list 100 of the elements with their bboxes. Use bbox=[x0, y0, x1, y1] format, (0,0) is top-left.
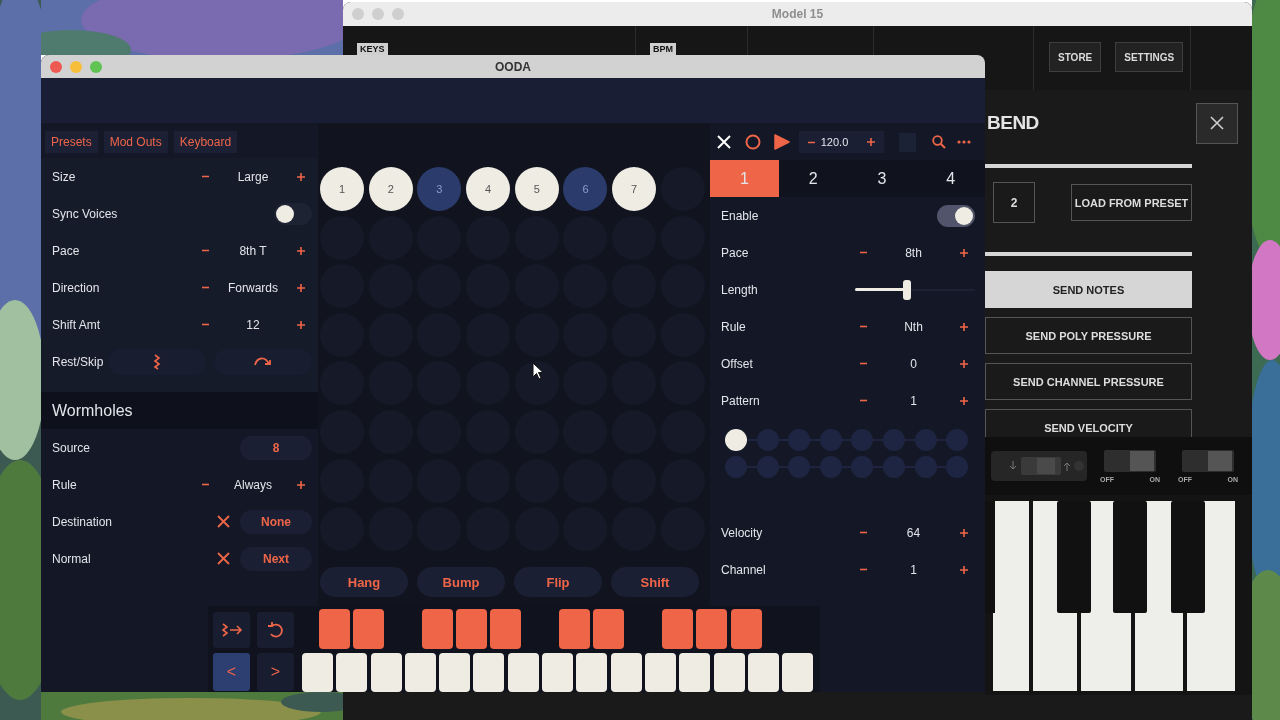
setting-label: Destination bbox=[52, 514, 113, 529]
menu-tab[interactable]: Presets bbox=[45, 131, 98, 153]
piano-key[interactable] bbox=[456, 609, 488, 649]
piano-key[interactable] bbox=[747, 653, 779, 692]
toggle-switch[interactable] bbox=[937, 204, 975, 227]
setting-label: Channel bbox=[721, 562, 766, 577]
zoom-button[interactable] bbox=[392, 8, 404, 20]
value-button[interactable]: 8 bbox=[240, 435, 312, 460]
squiggle-arrow-button[interactable] bbox=[213, 612, 250, 648]
rocker-switch-drawing bbox=[1104, 449, 1156, 472]
voice-tab[interactable]: 4 bbox=[916, 160, 985, 197]
piano-key[interactable] bbox=[336, 653, 368, 692]
settings-button[interactable]: SETTINGS bbox=[1115, 42, 1184, 72]
clear-icon[interactable] bbox=[217, 552, 230, 565]
piano-key[interactable] bbox=[473, 653, 505, 692]
setting-label: Enable bbox=[721, 208, 759, 223]
piano-key[interactable] bbox=[490, 609, 522, 649]
voice-pad[interactable]: 2 bbox=[368, 167, 413, 211]
setting-value: Large bbox=[236, 169, 270, 184]
piano-key[interactable] bbox=[730, 609, 762, 649]
setting-value: 1 bbox=[909, 562, 918, 577]
voice-pad[interactable]: 1 bbox=[320, 167, 364, 211]
piano-key[interactable] bbox=[421, 609, 453, 649]
piano-key[interactable] bbox=[507, 653, 539, 692]
rest-button[interactable] bbox=[108, 348, 206, 375]
plus-icon[interactable] bbox=[296, 171, 306, 182]
skip-button[interactable] bbox=[214, 348, 312, 375]
piano-key[interactable] bbox=[439, 653, 471, 692]
piano-key[interactable] bbox=[353, 609, 385, 649]
setting-value: Forwards bbox=[227, 280, 279, 295]
close-icon[interactable] bbox=[717, 135, 731, 149]
minimize-button[interactable] bbox=[372, 8, 384, 20]
search-icon[interactable] bbox=[932, 135, 946, 149]
piano-key[interactable] bbox=[610, 653, 642, 692]
record-icon[interactable] bbox=[745, 134, 761, 150]
window-title: OODA bbox=[495, 59, 531, 74]
piano-key[interactable] bbox=[644, 653, 676, 692]
send-option-button[interactable]: SEND POLY PRESSURE bbox=[985, 317, 1192, 354]
action-button[interactable]: Shift bbox=[611, 567, 699, 597]
load-preset-button[interactable]: LOAD FROM PRESET bbox=[1071, 184, 1192, 221]
toggle-switch[interactable] bbox=[274, 202, 312, 225]
keys-label: KEYS bbox=[357, 43, 388, 55]
slider-thumb[interactable] bbox=[902, 279, 911, 300]
minimize-button[interactable] bbox=[70, 61, 82, 73]
piano-key[interactable] bbox=[679, 653, 711, 692]
send-option-button[interactable]: SEND NOTES bbox=[985, 271, 1192, 308]
send-option-button[interactable]: SEND CHANNEL PRESSURE bbox=[985, 363, 1192, 400]
rocker-switch-drawing bbox=[1182, 449, 1234, 472]
plus-icon[interactable] bbox=[866, 137, 876, 147]
value-button[interactable]: Next bbox=[240, 546, 312, 571]
menu-tab[interactable]: Keyboard bbox=[173, 131, 238, 153]
voice-pad[interactable]: 4 bbox=[466, 167, 511, 211]
plus-icon[interactable] bbox=[959, 527, 969, 538]
action-button[interactable]: Hang bbox=[320, 567, 408, 597]
plus-icon[interactable] bbox=[959, 395, 969, 406]
undo-button[interactable] bbox=[257, 612, 294, 648]
piano-key[interactable] bbox=[593, 609, 625, 649]
pattern-step[interactable] bbox=[725, 429, 747, 451]
piano-key[interactable] bbox=[559, 609, 591, 649]
clear-icon[interactable] bbox=[217, 515, 230, 528]
bpm-label: BPM bbox=[650, 43, 676, 55]
voice-tab[interactable]: 3 bbox=[847, 160, 917, 197]
setting-value: 0 bbox=[909, 356, 918, 371]
action-button[interactable]: Flip bbox=[514, 567, 602, 597]
store-button[interactable]: STORE bbox=[1049, 42, 1102, 72]
piano-key[interactable] bbox=[782, 653, 814, 692]
close-icon bbox=[1209, 115, 1225, 131]
voice-tab[interactable]: 2 bbox=[778, 160, 848, 197]
piano-key[interactable] bbox=[542, 653, 574, 692]
piano-key[interactable] bbox=[696, 609, 728, 649]
piano-key[interactable] bbox=[404, 653, 436, 692]
zoom-button[interactable] bbox=[90, 61, 102, 73]
plus-icon[interactable] bbox=[296, 319, 306, 330]
piano-key[interactable] bbox=[576, 653, 608, 692]
close-button[interactable] bbox=[1196, 102, 1238, 144]
action-button[interactable]: Bump bbox=[417, 567, 505, 597]
next-button[interactable]: > bbox=[257, 653, 294, 691]
plus-icon[interactable] bbox=[296, 479, 306, 490]
piano-key[interactable] bbox=[370, 653, 402, 692]
number-field[interactable]: 2 bbox=[993, 182, 1035, 223]
voice-pad[interactable]: 3 bbox=[417, 167, 462, 211]
setting-value: 64 bbox=[905, 525, 922, 540]
plus-icon[interactable] bbox=[296, 282, 306, 293]
play-icon[interactable] bbox=[774, 134, 790, 150]
panel-title: BEND bbox=[987, 112, 1039, 134]
plus-icon[interactable] bbox=[296, 245, 306, 256]
plus-icon[interactable] bbox=[959, 564, 969, 575]
piano-key[interactable] bbox=[661, 609, 693, 649]
tempo-field[interactable]: 120.0 bbox=[799, 131, 884, 153]
plus-icon[interactable] bbox=[959, 358, 969, 369]
voice-pad[interactable]: 5 bbox=[514, 167, 559, 211]
more-icon[interactable] bbox=[957, 140, 971, 144]
value-button[interactable]: None bbox=[240, 509, 312, 534]
menu-tab[interactable]: Mod Outs bbox=[103, 131, 168, 153]
voice-pad[interactable]: 7 bbox=[612, 167, 657, 211]
plus-icon[interactable] bbox=[959, 321, 969, 332]
piano-key[interactable] bbox=[713, 653, 745, 692]
squiggle-icon bbox=[153, 353, 161, 370]
plus-icon[interactable] bbox=[959, 247, 969, 258]
voice-pad[interactable]: 6 bbox=[563, 167, 608, 211]
